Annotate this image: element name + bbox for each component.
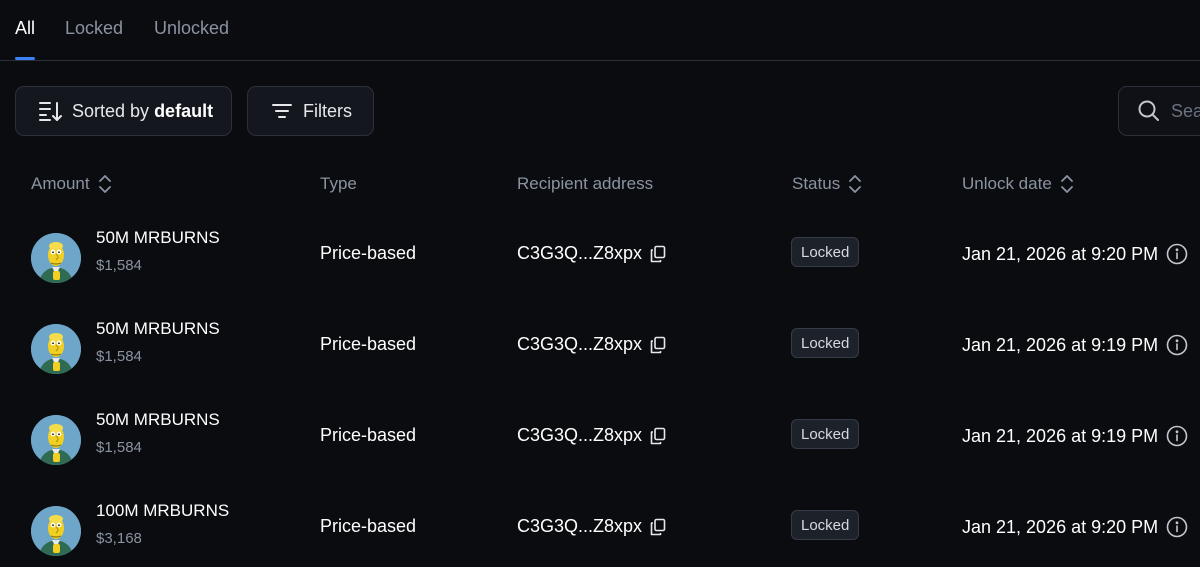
column-header-unlock-date[interactable]: Unlock date	[962, 174, 1074, 194]
unlock-date-text: Jan 21, 2026 at 9:20 PM	[962, 243, 1159, 264]
unlock-date: Jan 21, 2026 at 9:19 PM	[962, 334, 1188, 356]
column-header-label: Type	[320, 174, 357, 193]
table-row[interactable]: 100M MRBURNS $3,168 Price-based C3G3Q...…	[0, 501, 1200, 567]
tab-unlocked[interactable]: Unlocked	[154, 18, 229, 39]
info-icon[interactable]	[1166, 243, 1188, 265]
vesting-list-page: All Locked Unlocked Sorted by default Fi…	[0, 0, 1200, 567]
sort-button-label: Sorted by default	[72, 101, 213, 122]
copy-icon[interactable]	[650, 245, 666, 263]
recipient-address-text: C3G3Q...Z8xpx	[517, 334, 643, 354]
recipient-address-text: C3G3Q...Z8xpx	[517, 425, 643, 445]
table-row[interactable]: 50M MRBURNS $1,584 Price-based C3G3Q...Z…	[0, 228, 1200, 319]
chevron-up-down-icon	[1052, 174, 1074, 194]
usd-value: $1,584	[96, 439, 142, 456]
usd-value: $1,584	[96, 257, 142, 274]
search-box[interactable]	[1118, 86, 1200, 136]
filters-button[interactable]: Filters	[247, 86, 374, 136]
info-icon[interactable]	[1166, 334, 1188, 356]
active-tab-indicator	[15, 57, 35, 60]
recipient-address-text: C3G3Q...Z8xpx	[517, 516, 643, 536]
chevron-up-down-icon	[90, 174, 112, 194]
token-avatar-icon	[31, 233, 81, 283]
column-header-amount[interactable]: Amount	[31, 174, 112, 194]
unlock-date: Jan 21, 2026 at 9:19 PM	[962, 425, 1188, 447]
column-header-label: Status	[792, 174, 841, 193]
recipient-address: C3G3Q...Z8xpx	[517, 425, 666, 446]
unlock-date-text: Jan 21, 2026 at 9:19 PM	[962, 334, 1159, 355]
amount-text: 100M MRBURNS	[96, 501, 230, 520]
search-input[interactable]	[1171, 100, 1200, 122]
column-header-label: Amount	[31, 174, 90, 193]
status-badge: Locked	[791, 419, 860, 449]
recipient-address: C3G3Q...Z8xpx	[517, 334, 666, 355]
status-badge: Locked	[791, 237, 860, 267]
column-header-recipient: Recipient address	[517, 174, 653, 194]
recipient-address: C3G3Q...Z8xpx	[517, 516, 666, 537]
info-icon[interactable]	[1166, 516, 1188, 538]
recipient-address: C3G3Q...Z8xpx	[517, 243, 666, 264]
unlock-date: Jan 21, 2026 at 9:20 PM	[962, 243, 1188, 265]
unlock-date-text: Jan 21, 2026 at 9:19 PM	[962, 425, 1159, 446]
token-avatar-icon	[31, 415, 81, 465]
filter-icon	[271, 102, 293, 120]
status-badge: Locked	[791, 510, 860, 540]
info-icon[interactable]	[1166, 425, 1188, 447]
copy-icon[interactable]	[650, 336, 666, 354]
sort-button[interactable]: Sorted by default	[15, 86, 232, 136]
status-badge: Locked	[791, 328, 860, 358]
table-row[interactable]: 50M MRBURNS $1,584 Price-based C3G3Q...Z…	[0, 319, 1200, 410]
sort-value: default	[154, 100, 214, 121]
sort-icon	[38, 100, 62, 122]
search-icon	[1137, 99, 1161, 123]
sort-prefix: Sorted by	[72, 100, 150, 121]
type-text: Price-based	[320, 516, 417, 536]
tab-all[interactable]: All	[15, 18, 35, 39]
unlock-date-text: Jan 21, 2026 at 9:20 PM	[962, 516, 1159, 537]
usd-value: $3,168	[96, 530, 142, 547]
amount-text: 50M MRBURNS	[96, 410, 220, 429]
unlock-date: Jan 21, 2026 at 9:20 PM	[962, 516, 1188, 538]
usd-value: $1,584	[96, 348, 142, 365]
column-header-label: Unlock date	[962, 174, 1052, 193]
type-text: Price-based	[320, 334, 417, 354]
recipient-address-text: C3G3Q...Z8xpx	[517, 243, 643, 263]
column-header-type: Type	[320, 174, 357, 194]
copy-icon[interactable]	[650, 518, 666, 536]
filters-button-label: Filters	[303, 100, 352, 121]
amount-text: 50M MRBURNS	[96, 319, 220, 338]
amount-text: 50M MRBURNS	[96, 228, 220, 247]
column-header-status[interactable]: Status	[792, 174, 862, 194]
copy-icon[interactable]	[650, 427, 666, 445]
type-text: Price-based	[320, 425, 417, 445]
column-header-label: Recipient address	[517, 174, 654, 193]
table-row[interactable]: 50M MRBURNS $1,584 Price-based C3G3Q...Z…	[0, 410, 1200, 501]
tab-bar: All Locked Unlocked	[0, 0, 1200, 61]
type-text: Price-based	[320, 243, 417, 263]
token-avatar-icon	[31, 324, 81, 374]
tab-locked[interactable]: Locked	[65, 18, 123, 39]
chevron-up-down-icon	[840, 174, 862, 194]
token-avatar-icon	[31, 506, 81, 556]
